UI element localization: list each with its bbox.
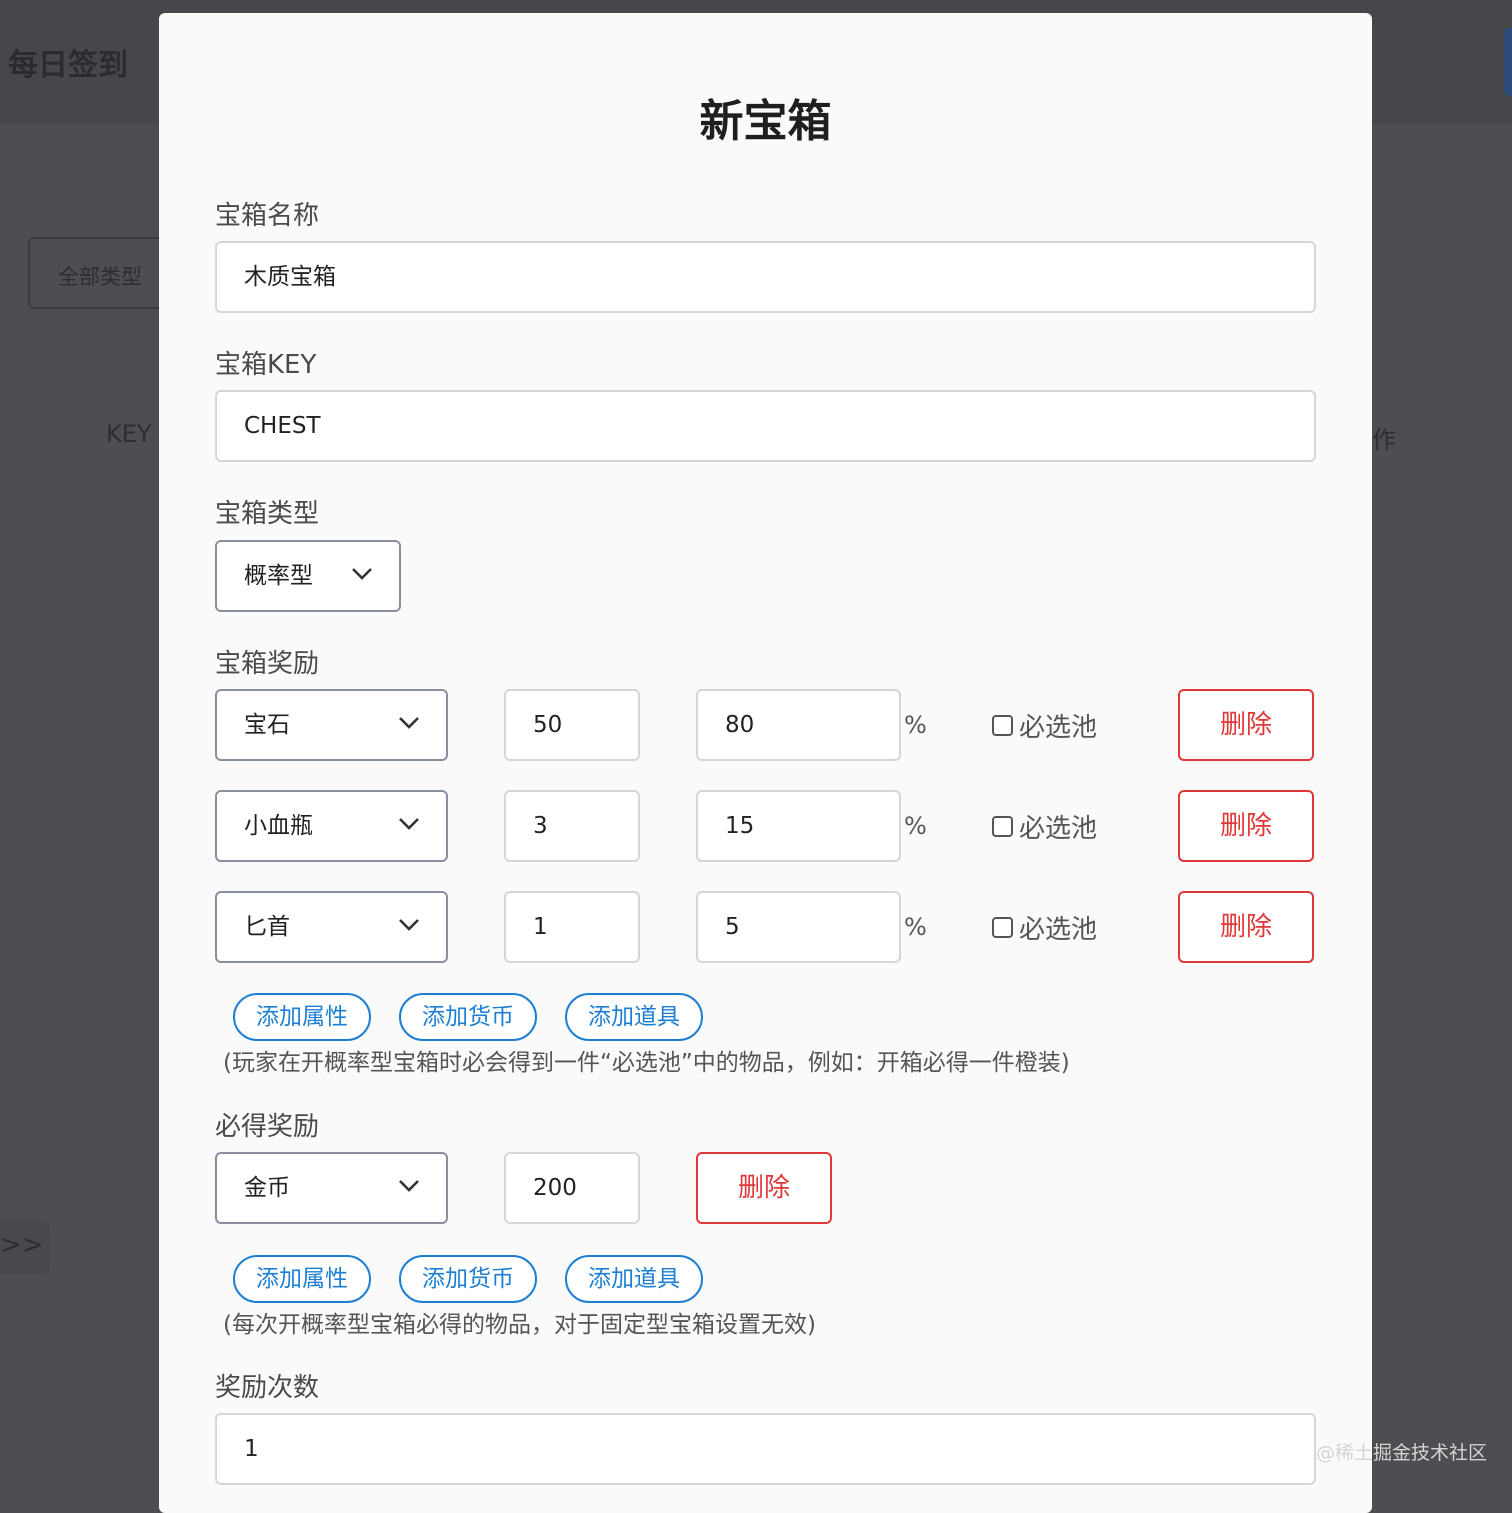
reward-times-label: 奖励次数: [215, 1373, 320, 1403]
background-corner-button: [1504, 28, 1512, 96]
add-currency-button[interactable]: 添加货币: [399, 993, 537, 1041]
chest-type-label: 宝箱类型: [215, 499, 320, 529]
background-page-title: 每日签到: [8, 48, 128, 83]
guaranteed-rewards-label: 必得奖励: [215, 1112, 320, 1142]
percent-sign: %: [904, 812, 927, 840]
chevron-down-icon: [399, 919, 419, 931]
required-pool-checkbox[interactable]: 必选池: [992, 909, 1097, 946]
reward-probability-input[interactable]: 80: [696, 689, 901, 761]
chest-type-value: 概率型: [244, 563, 313, 589]
delete-reward-button[interactable]: 删除: [1178, 790, 1314, 862]
chevron-down-icon: [399, 1180, 419, 1192]
required-pool-label: 必选池: [1019, 713, 1098, 743]
guaranteed-hint: (每次开概率型宝箱必得的物品，对于固定型宝箱设置无效): [223, 1312, 816, 1338]
reward-item-select[interactable]: 匕首: [215, 891, 448, 963]
reward-probability-input[interactable]: 5: [696, 891, 901, 963]
delete-guaranteed-button[interactable]: 删除: [696, 1152, 832, 1224]
guaranteed-item-value: 金币: [244, 1175, 290, 1201]
required-pool-label: 必选池: [1019, 814, 1098, 844]
reward-item-select[interactable]: 小血瓶: [215, 790, 448, 862]
delete-reward-button[interactable]: 删除: [1178, 689, 1314, 761]
add-currency-button[interactable]: 添加货币: [399, 1255, 537, 1303]
reward-item-value: 小血瓶: [244, 813, 313, 839]
required-pool-label: 必选池: [1019, 915, 1098, 945]
reward-count-input[interactable]: 50: [504, 689, 640, 761]
chest-rewards-label: 宝箱奖励: [215, 649, 320, 679]
checkbox-icon[interactable]: [992, 816, 1013, 837]
required-pool-checkbox[interactable]: 必选池: [992, 808, 1097, 845]
reward-item-value: 宝石: [244, 712, 290, 738]
reward-item-select[interactable]: 宝石: [215, 689, 448, 761]
guaranteed-item-select[interactable]: 金币: [215, 1152, 448, 1224]
delete-reward-button[interactable]: 删除: [1178, 891, 1314, 963]
add-attribute-button[interactable]: 添加属性: [233, 993, 371, 1041]
checkbox-icon[interactable]: [992, 917, 1013, 938]
add-item-button[interactable]: 添加道具: [565, 1255, 703, 1303]
reward-count-input[interactable]: 3: [504, 790, 640, 862]
guaranteed-count-input[interactable]: 200: [504, 1152, 640, 1224]
percent-sign: %: [904, 711, 927, 739]
chest-type-select[interactable]: 概率型: [215, 540, 401, 612]
reward-times-input[interactable]: 1: [215, 1413, 1316, 1485]
reward-item-value: 匕首: [244, 914, 290, 940]
reward-probability-input[interactable]: 15: [696, 790, 901, 862]
background-column-key: KEY: [106, 420, 152, 448]
chest-name-label: 宝箱名称: [215, 201, 320, 231]
rewards-hint: (玩家在开概率型宝箱时必会得到一件“必选池”中的物品，例如：开箱必得一件橙装): [223, 1050, 1070, 1076]
background-column-op: 作: [1372, 426, 1396, 454]
chest-key-input[interactable]: CHEST: [215, 390, 1316, 462]
chevron-down-icon: [399, 818, 419, 830]
checkbox-icon[interactable]: [992, 715, 1013, 736]
chevron-down-icon: [399, 717, 419, 729]
add-item-button[interactable]: 添加道具: [565, 993, 703, 1041]
chest-key-label: 宝箱KEY: [215, 350, 317, 380]
add-attribute-button[interactable]: 添加属性: [233, 1255, 371, 1303]
watermark: @稀土掘金技术社区: [1316, 1442, 1488, 1464]
modal-title: 新宝箱: [699, 96, 832, 147]
percent-sign: %: [904, 913, 927, 941]
reward-count-input[interactable]: 1: [504, 891, 640, 963]
required-pool-checkbox[interactable]: 必选池: [992, 707, 1097, 744]
chest-name-input[interactable]: 木质宝箱: [215, 241, 1316, 313]
background-expand-toggle: >>: [0, 1220, 50, 1275]
new-chest-modal: 新宝箱 宝箱名称 木质宝箱 宝箱KEY CHEST 宝箱类型 概率型 宝箱奖励 …: [159, 13, 1372, 1513]
chevron-down-icon: [352, 568, 372, 580]
